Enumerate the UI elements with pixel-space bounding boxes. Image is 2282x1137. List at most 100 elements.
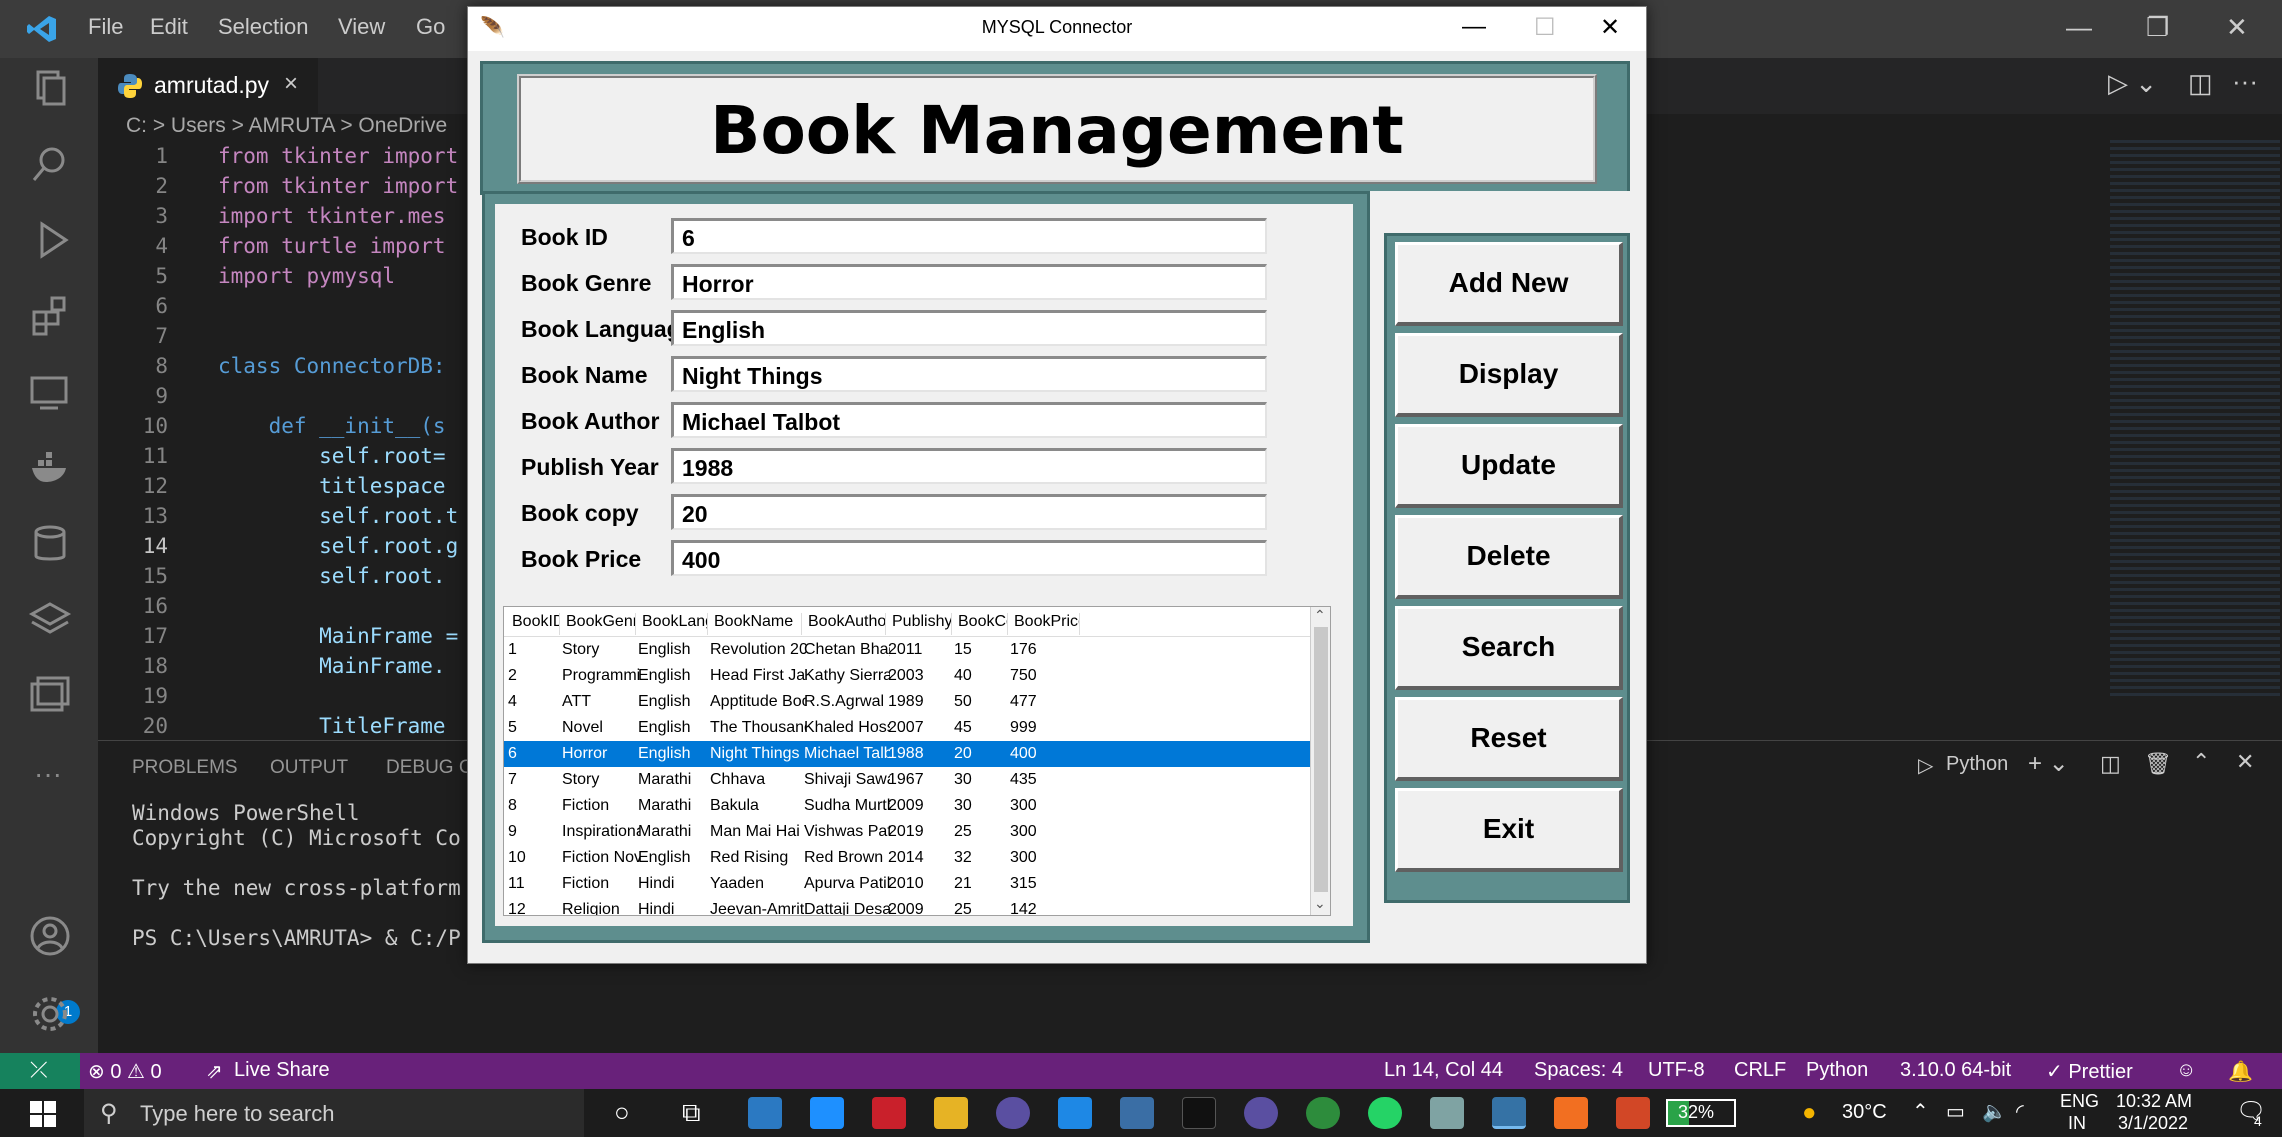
tab-amrutad-py[interactable]: amrutad.py × xyxy=(98,58,318,114)
code-line[interactable]: self.root. xyxy=(218,564,445,588)
clock-time[interactable]: 10:32 AM xyxy=(2116,1091,2192,1112)
code-line[interactable]: self.root.g xyxy=(218,534,458,558)
python-interpreter[interactable]: 3.10.0 64-bit xyxy=(1900,1059,2011,1082)
wifi-icon[interactable]: ◜ xyxy=(2016,1099,2024,1124)
show-hidden-icons-icon[interactable]: ⌃ xyxy=(1912,1099,1929,1124)
code-line[interactable]: self.root= xyxy=(218,444,445,468)
table-row[interactable]: 5 Novel English The Thousand SpKhaled Hosse… xyxy=(504,715,1312,741)
vscode-taskbar-icon[interactable] xyxy=(1058,1097,1092,1129)
eol-status[interactable]: CRLF xyxy=(1734,1059,1786,1082)
scroll-up-icon[interactable]: ⌃ xyxy=(1314,607,1326,624)
battery-tray-icon[interactable]: ▭ xyxy=(1946,1099,1965,1124)
code-line[interactable]: from turtle import xyxy=(218,234,446,258)
code-line[interactable]: titlespace xyxy=(218,474,445,498)
battery-indicator[interactable]: 32% xyxy=(1666,1099,1736,1127)
table-row[interactable]: 10 Fiction NoveEnglish Red Rising Red Brown… xyxy=(504,845,1312,871)
mcafee-icon[interactable] xyxy=(872,1097,906,1129)
edge-icon[interactable] xyxy=(1306,1097,1340,1129)
code-line[interactable]: import tkinter.mes xyxy=(218,204,446,228)
more-icon[interactable]: ··· xyxy=(34,758,62,790)
live-share-button[interactable]: Live Share xyxy=(234,1059,330,1082)
window-maximize-icon[interactable]: ☐ xyxy=(1534,13,1556,42)
breadcrumb[interactable]: C: > Users > AMRUTA > OneDrive xyxy=(126,114,447,138)
docker-icon[interactable] xyxy=(28,446,72,490)
table-row[interactable]: 7 Story Marathi Chhava Shivaji Sawant1967 30 4… xyxy=(504,767,1312,793)
prettier-status[interactable]: ✓ Prettier xyxy=(2046,1059,2133,1084)
extensions-icon[interactable] xyxy=(28,294,72,338)
column-header[interactable]: Publishyea xyxy=(888,613,952,635)
field-input-book-genre[interactable]: Horror xyxy=(671,264,1267,300)
table-row[interactable]: 1 Story English Revolution 2020Chetan Bhaga… xyxy=(504,637,1312,663)
app-icon[interactable] xyxy=(1120,1097,1154,1129)
table-row[interactable]: 11 Fiction Hindi Yaaden Apurva Patil 2010 21 31… xyxy=(504,871,1312,897)
file-explorer-icon[interactable] xyxy=(934,1097,968,1129)
close-icon[interactable]: ✕ xyxy=(2226,12,2248,43)
account-icon[interactable] xyxy=(28,914,72,958)
table-row[interactable]: 2 ProgramminEnglish Head First JavaKathy S… xyxy=(504,663,1312,689)
field-input-book-price[interactable]: 400 xyxy=(671,540,1267,576)
encoding-status[interactable]: UTF-8 xyxy=(1648,1059,1705,1082)
explorer-icon[interactable] xyxy=(28,66,72,110)
volume-icon[interactable]: 🔈 xyxy=(1982,1099,2007,1124)
display-button[interactable]: Display xyxy=(1395,333,1623,417)
column-header[interactable]: BookGenre xyxy=(562,613,636,635)
eclipse-icon[interactable] xyxy=(996,1097,1030,1129)
mysql-icon[interactable] xyxy=(1182,1097,1216,1129)
temperature[interactable]: 30°C xyxy=(1842,1101,1887,1124)
more-actions-icon[interactable]: ··· xyxy=(2232,66,2258,97)
kill-terminal-icon[interactable]: 🗑 xyxy=(2144,751,2172,777)
split-terminal-icon[interactable]: ◫ xyxy=(2100,751,2121,777)
tab-output[interactable]: OUTPUT xyxy=(270,757,348,779)
field-input-book-copy[interactable]: 20 xyxy=(671,494,1267,530)
taskbar-search-box[interactable]: ⚲ Type here to search xyxy=(84,1089,584,1137)
table-row[interactable]: 9 InspirationalMarathi Man Mai Hai VisVish… xyxy=(504,819,1312,845)
field-input-book-id[interactable]: 6 xyxy=(671,218,1267,254)
notifications-bell-icon[interactable]: 🔔 xyxy=(2228,1059,2253,1084)
table-scrollbar[interactable]: ⌃ ⌄ xyxy=(1310,607,1330,915)
terminal-shell-icon[interactable]: ▷ xyxy=(1918,753,1933,778)
field-input-book-language[interactable]: English xyxy=(671,310,1267,346)
terminal-shell-label[interactable]: Python xyxy=(1946,753,2008,776)
mail-app-icon[interactable] xyxy=(748,1097,782,1129)
cortana-icon[interactable]: ○ xyxy=(614,1097,630,1128)
input-language[interactable]: ENG xyxy=(2060,1091,2099,1112)
column-header[interactable]: BookPrice xyxy=(1010,613,1080,635)
tab-close-icon[interactable]: × xyxy=(284,70,298,98)
remote-explorer-icon[interactable] xyxy=(28,370,72,414)
field-input-publish-year[interactable]: 1988 xyxy=(671,448,1267,484)
code-line[interactable]: MainFrame. xyxy=(218,654,445,678)
l-app-icon[interactable] xyxy=(810,1097,844,1129)
column-header[interactable]: BookCop xyxy=(954,613,1008,635)
cursor-position[interactable]: Ln 14, Col 44 xyxy=(1384,1059,1503,1082)
code-line[interactable]: self.root.t xyxy=(218,504,458,528)
window-titlebar[interactable]: 🪶 MYSQL Connector — ☐ ✕ xyxy=(468,7,1646,51)
book-records-table[interactable]: BookIDBookGenreBookLangBookNameBookAutho… xyxy=(503,606,1331,916)
code-line[interactable]: class ConnectorDB: xyxy=(218,354,446,378)
update-button[interactable]: Update xyxy=(1395,424,1623,508)
reset-button[interactable]: Reset xyxy=(1395,697,1623,781)
powerpoint-icon[interactable] xyxy=(1616,1097,1650,1129)
field-input-book-author[interactable]: Michael Talbot xyxy=(671,402,1267,438)
windows-icon[interactable] xyxy=(28,674,72,718)
input-region[interactable]: IN xyxy=(2068,1113,2086,1134)
windows-start-icon[interactable] xyxy=(30,1101,56,1127)
minimap[interactable] xyxy=(2110,140,2280,700)
database-icon[interactable] xyxy=(28,522,72,566)
tab-debug-console[interactable]: DEBUG C xyxy=(386,757,473,779)
split-editor-icon[interactable]: ◫ xyxy=(2188,68,2213,99)
code-line[interactable]: from tkinter import xyxy=(218,174,458,198)
menu-selection[interactable]: Selection xyxy=(218,14,309,40)
clock-date[interactable]: 3/1/2022 xyxy=(2118,1113,2188,1134)
run-python-icon[interactable]: ▷ ⌄ xyxy=(2108,68,2157,99)
language-mode[interactable]: Python xyxy=(1806,1059,1868,1082)
feedback-icon[interactable]: ☺ xyxy=(2176,1059,2196,1082)
search-button[interactable]: Search xyxy=(1395,606,1623,690)
scroll-thumb[interactable] xyxy=(1314,627,1328,892)
window-close-icon[interactable]: ✕ xyxy=(1600,13,1620,42)
search-icon[interactable] xyxy=(28,142,72,186)
tab-problems[interactable]: PROBLEMS xyxy=(132,757,238,779)
table-row[interactable]: 4 ATT English Apptitude BookR.S.Agrwal1989 5… xyxy=(504,689,1312,715)
menu-go[interactable]: Go xyxy=(416,14,445,40)
layers-icon[interactable] xyxy=(28,598,72,642)
whatsapp-icon[interactable] xyxy=(1368,1097,1402,1129)
